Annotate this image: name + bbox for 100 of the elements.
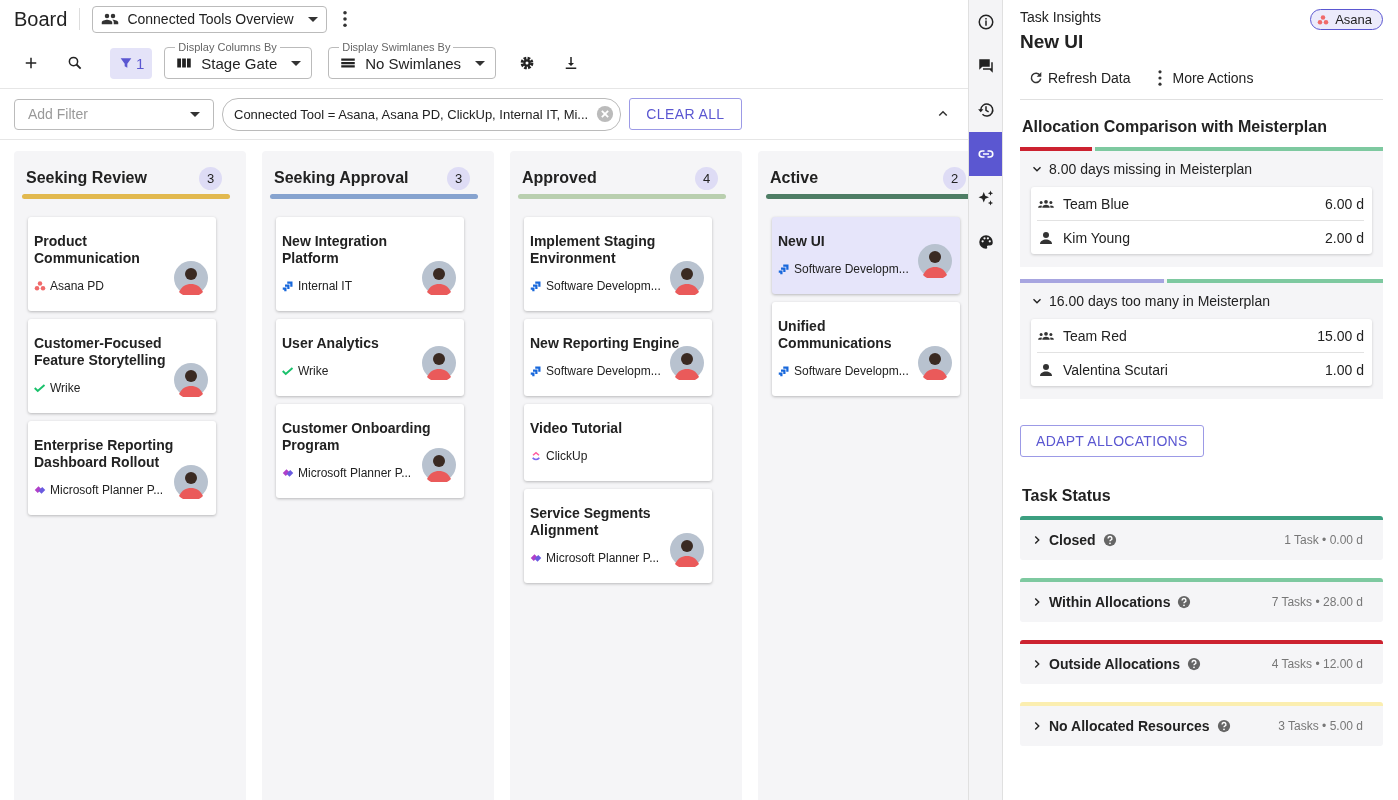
status-row[interactable]: Within Allocations 7 Tasks • 28.00 d bbox=[1020, 578, 1383, 622]
column-title: Active bbox=[770, 169, 819, 187]
task-card[interactable]: Product Communication Asana PD bbox=[28, 217, 216, 311]
search-icon[interactable] bbox=[66, 54, 84, 72]
checkmark-icon bbox=[282, 365, 294, 377]
help-icon[interactable] bbox=[1177, 595, 1192, 609]
count-badge: 2 bbox=[943, 166, 966, 190]
status-row[interactable]: Closed 1 Task • 0.00 d bbox=[1020, 516, 1383, 560]
panel-label: Task Insights bbox=[1020, 9, 1101, 25]
board-title: Board bbox=[14, 7, 68, 31]
arrows-icon bbox=[778, 263, 790, 275]
status-summary: 1 Task • 0.00 d bbox=[1284, 533, 1363, 547]
task-card[interactable]: Video Tutorial ClickUp bbox=[524, 404, 712, 481]
view-select[interactable]: Connected Tools Overview bbox=[92, 5, 327, 33]
resource-days: 6.00 d bbox=[1325, 195, 1364, 212]
checkmark-icon bbox=[34, 382, 46, 394]
arrows-icon bbox=[530, 365, 542, 377]
source-name: Software Developm... bbox=[546, 279, 661, 293]
source-name: Software Developm... bbox=[794, 262, 909, 276]
section-title: Task Status bbox=[1022, 487, 1112, 505]
chevrons-icon bbox=[530, 450, 542, 462]
source-name: Microsoft Planner P... bbox=[546, 551, 660, 565]
card-title: Unified Communications bbox=[778, 318, 893, 352]
resource-name: Team Blue bbox=[1063, 195, 1130, 212]
task-card[interactable]: New Integration Platform Internal IT bbox=[276, 217, 464, 311]
status-summary: 3 Tasks • 5.00 d bbox=[1278, 719, 1363, 733]
source-name: Software Developm... bbox=[794, 364, 909, 378]
count-badge: 3 bbox=[447, 166, 470, 190]
status-row[interactable]: Outside Allocations 4 Tasks • 12.00 d bbox=[1020, 640, 1383, 684]
resource-days: 15.00 d bbox=[1317, 327, 1364, 344]
status-label: Closed bbox=[1049, 532, 1096, 548]
diamond-icon bbox=[530, 552, 542, 564]
status-row[interactable]: No Allocated Resources 3 Tasks • 5.00 d bbox=[1020, 702, 1383, 746]
source-name: ClickUp bbox=[546, 449, 588, 463]
group-summary: 8.00 days missing in Meisterplan bbox=[1049, 161, 1253, 177]
task-card[interactable]: Customer-Focused Feature Storytelling Wrike bbox=[28, 319, 216, 413]
task-card[interactable]: User Analytics Wrike bbox=[276, 319, 464, 396]
count-badge: 3 bbox=[199, 166, 222, 190]
status-summary: 7 Tasks • 28.00 d bbox=[1271, 595, 1363, 609]
resource-name: Valentina Scutari bbox=[1063, 361, 1168, 378]
status-label: Outside Allocations bbox=[1049, 656, 1180, 672]
column-title: Approved bbox=[522, 169, 597, 187]
task-card[interactable]: Implement Staging Environment Software Developm... bbox=[524, 217, 712, 311]
link-icon[interactable] bbox=[969, 132, 1002, 176]
resource-name: Team Red bbox=[1063, 327, 1127, 344]
resource-days: 2.00 d bbox=[1325, 229, 1364, 246]
task-card[interactable]: Unified Communications Software Developm... bbox=[772, 302, 960, 396]
card-title: New Reporting Engine bbox=[530, 335, 681, 352]
card-title: New Integration Platform bbox=[282, 233, 388, 267]
task-card[interactable]: Service Segments Alignment Microsoft Planner P... bbox=[524, 489, 712, 583]
status-label: Within Allocations bbox=[1049, 594, 1171, 610]
source-name: Asana PD bbox=[50, 279, 105, 293]
card-title: User Analytics bbox=[282, 335, 380, 352]
group-summary: 16.00 days too many in Meisterplan bbox=[1049, 293, 1270, 309]
tool-badge[interactable]: Asana bbox=[1310, 9, 1383, 30]
arrows-icon bbox=[778, 365, 790, 377]
source-name: Microsoft Planner P... bbox=[50, 483, 164, 497]
card-title: Enterprise Reporting Dashboard Rollout bbox=[34, 437, 175, 471]
diamond-icon bbox=[282, 467, 294, 479]
task-card[interactable]: New UI Software Developm... bbox=[772, 217, 960, 294]
refresh-button[interactable]: Refresh Data bbox=[1028, 65, 1131, 91]
filter-chip-text: Connected Tool = Asana, Asana PD, ClickUp, Internal IT, Mi... bbox=[234, 106, 589, 122]
card-title: Service Segments Alignment bbox=[530, 505, 652, 539]
panel-title: New UI bbox=[1020, 31, 1085, 53]
help-icon[interactable] bbox=[1216, 719, 1231, 733]
card-title: Customer Onboarding Program bbox=[282, 420, 432, 454]
section-title: Allocation Comparison with Meisterplan bbox=[1022, 118, 1328, 136]
status-label: No Allocated Resources bbox=[1049, 718, 1210, 734]
clear-all-button[interactable]: CLEAR ALL bbox=[629, 98, 742, 130]
add-filter-field[interactable]: Add Filter bbox=[14, 98, 214, 130]
help-icon[interactable] bbox=[1102, 533, 1117, 547]
count-badge: 4 bbox=[695, 166, 718, 190]
adapt-allocations-button[interactable]: ADAPT ALLOCATIONS bbox=[1020, 425, 1204, 457]
help-icon[interactable] bbox=[1186, 657, 1201, 671]
more-icon[interactable] bbox=[342, 11, 347, 27]
card-title: Implement Staging Environment bbox=[530, 233, 657, 267]
resource-days: 1.00 d bbox=[1325, 361, 1364, 378]
card-title: Product Communication bbox=[34, 233, 141, 267]
column-title: Seeking Approval bbox=[274, 169, 409, 187]
caret-icon bbox=[190, 111, 200, 117]
source-name: Microsoft Planner P... bbox=[298, 466, 412, 480]
source-name: Wrike bbox=[50, 381, 81, 395]
caret-icon bbox=[475, 60, 486, 66]
arrows-icon bbox=[530, 280, 542, 292]
more-actions-button[interactable]: More Actions bbox=[1152, 65, 1254, 91]
filter-chip[interactable]: Connected Tool = Asana, Asana PD, ClickUp, Internal IT, Mi... bbox=[222, 97, 622, 131]
caret-icon bbox=[307, 16, 318, 22]
more-icon bbox=[1158, 70, 1163, 86]
source-name: Internal IT bbox=[298, 279, 353, 293]
card-title: New UI bbox=[778, 233, 826, 250]
task-card[interactable]: New Reporting Engine Software Developm... bbox=[524, 319, 712, 396]
card-title: Video Tutorial bbox=[530, 420, 624, 437]
caret-icon bbox=[291, 60, 302, 66]
source-name: Wrike bbox=[298, 364, 329, 378]
status-summary: 4 Tasks • 12.00 d bbox=[1271, 657, 1363, 671]
card-title: Customer-Focused Feature Storytelling bbox=[34, 335, 167, 369]
arrows-icon bbox=[282, 280, 294, 292]
filter-button[interactable]: 1 bbox=[110, 47, 153, 79]
task-card[interactable]: Enterprise Reporting Dashboard Rollout Microsoft Planner P... bbox=[28, 421, 216, 515]
task-card[interactable]: Customer Onboarding Program Microsoft Planner P... bbox=[276, 404, 464, 498]
